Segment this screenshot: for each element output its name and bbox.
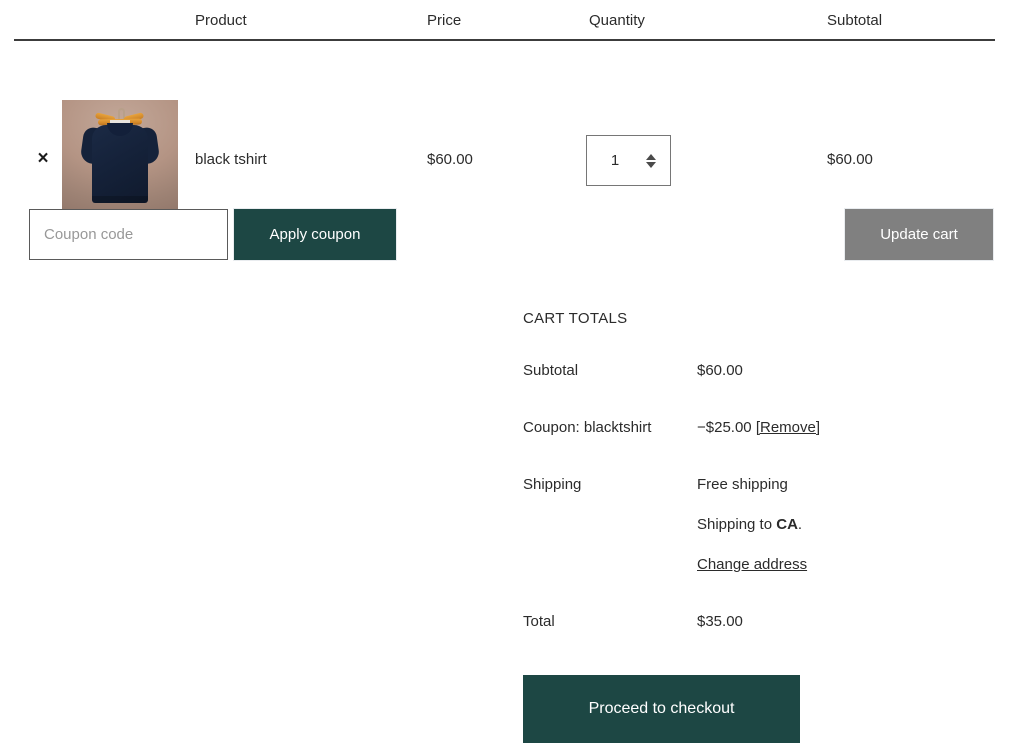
product-name-link[interactable]: black tshirt (195, 151, 267, 169)
subtotal-label: Subtotal (523, 362, 579, 379)
chevron-up-icon[interactable] (645, 153, 656, 160)
total-label: Total (523, 613, 555, 630)
shipping-destination: Shipping to CA. (697, 516, 993, 534)
shipping-label: Shipping (523, 476, 582, 493)
cart-table: Product Price Quantity Subtotal × black … (14, 0, 995, 217)
tshirt-body-shape (92, 125, 148, 203)
column-header-subtotal: Subtotal (827, 12, 883, 29)
shipping-to-prefix: Shipping to (697, 516, 777, 533)
change-address-link[interactable]: Change address (697, 556, 807, 573)
column-header-quantity: Quantity (589, 12, 645, 29)
total-value: $35.00 (697, 613, 743, 630)
product-subtotal: $60.00 (827, 151, 873, 168)
tshirt-shadow-shape (92, 196, 148, 203)
cart-page: Product Price Quantity Subtotal × black … (0, 0, 1024, 755)
cart-totals-title: CART TOTALS (523, 310, 628, 327)
cart-totals-table: Subtotal $60.00 Coupon: blacktshirt −$25… (523, 362, 993, 631)
proceed-to-checkout-button[interactable]: Proceed to checkout (523, 675, 800, 743)
coupon-label: Coupon: blacktshirt (523, 419, 652, 436)
subtotal-value: $60.00 (697, 362, 743, 379)
chevron-down-icon[interactable] (645, 161, 656, 168)
cart-totals-section: CART TOTALS Subtotal $60.00 Coupon: blac… (523, 310, 993, 631)
cart-actions: Apply coupon Update cart (0, 209, 1024, 261)
column-header-price: Price (427, 12, 462, 29)
product-image (62, 100, 178, 217)
coupon-code-input[interactable] (29, 209, 228, 260)
totals-row-shipping: Shipping Free shipping Shipping to CA. C… (523, 476, 993, 574)
totals-row-total: Total $35.00 (523, 613, 993, 631)
shipping-to-suffix: . (797, 516, 803, 533)
product-price: $60.00 (427, 151, 473, 168)
quantity-spinner[interactable] (644, 150, 657, 172)
shipping-value-cell: Free shipping Shipping to CA. Change add… (697, 476, 993, 574)
table-row: × black tshirt $60.00 1 $60.00 (14, 41, 995, 217)
shipping-method: Free shipping (697, 476, 788, 493)
apply-coupon-button[interactable]: Apply coupon (234, 209, 396, 260)
close-icon: × (37, 147, 49, 169)
coupon-discount-amount: −$25.00 (697, 419, 752, 436)
cart-table-header: Product Price Quantity Subtotal (14, 0, 995, 41)
quantity-input[interactable] (587, 136, 643, 185)
coupon-value-cell: −$25.00 [Remove] (697, 419, 993, 437)
quantity-cell (586, 135, 671, 186)
totals-row-coupon: Coupon: blacktshirt −$25.00 [Remove] (523, 419, 993, 437)
remove-item-button[interactable]: × (30, 145, 56, 171)
totals-row-subtotal: Subtotal $60.00 (523, 362, 993, 380)
quantity-stepper[interactable] (586, 135, 671, 186)
update-cart-button[interactable]: Update cart (845, 209, 993, 260)
column-header-product: Product (195, 12, 247, 29)
product-thumbnail-link[interactable] (62, 100, 178, 217)
change-address-row: Change address (697, 556, 993, 574)
shipping-state: CA (776, 516, 798, 533)
remove-coupon-link[interactable]: [Remove] (756, 419, 820, 436)
